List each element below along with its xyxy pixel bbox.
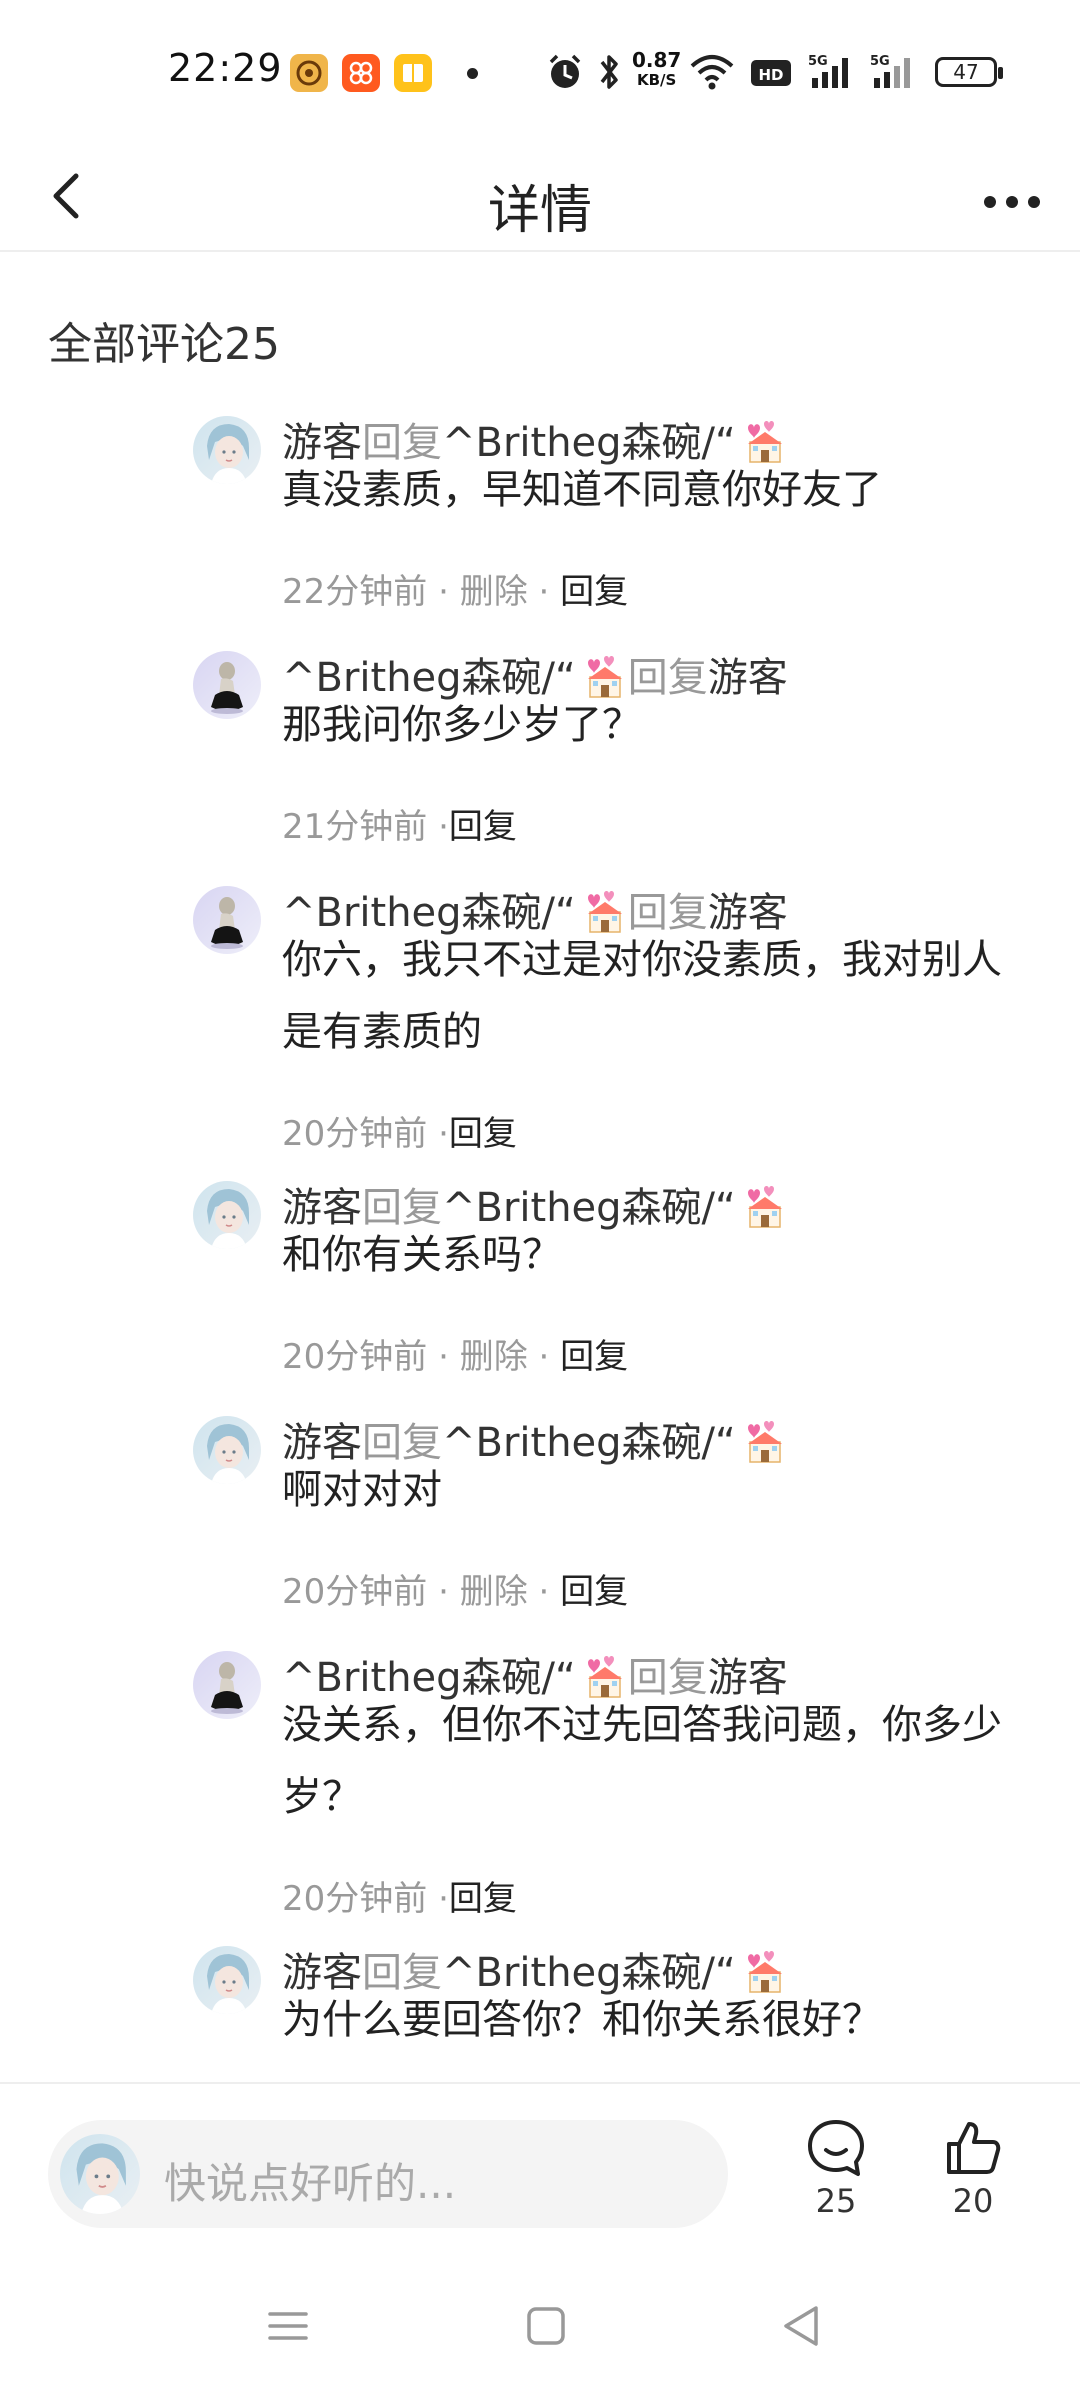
- comment-text: 那我问你多少岁了？: [282, 702, 642, 748]
- comment-meta-separator: ·: [427, 1572, 460, 1612]
- net-speed-value: 0.87: [632, 48, 682, 72]
- comment-meta-separator: ·: [427, 1337, 460, 1377]
- notification-dot: [467, 68, 478, 79]
- hd-icon: HD: [751, 60, 791, 86]
- delete-button[interactable]: 删除: [460, 572, 528, 612]
- status-bar: 22:29 0.87 KB/S HD 5G 5G 47: [0, 0, 1080, 140]
- nav-back-button[interactable]: [772, 2296, 832, 2356]
- avatar[interactable]: [193, 416, 261, 484]
- delete-button[interactable]: 删除: [460, 1337, 528, 1377]
- reply-button[interactable]: 回复: [560, 572, 628, 612]
- system-nav-bar: [0, 2252, 1080, 2400]
- app-icon-3: [394, 54, 432, 92]
- comment-time: 20分钟前: [282, 1114, 428, 1154]
- app-icon-1: [290, 54, 328, 92]
- avatar: [60, 2134, 140, 2214]
- comment-meta-separator: ·: [527, 572, 561, 612]
- comment-meta-separator: ·: [427, 1879, 449, 1919]
- back-triangle-icon: [784, 2306, 818, 2346]
- header-bar: 详情: [0, 140, 1080, 252]
- avatar[interactable]: [193, 886, 261, 954]
- comment-time: 20分钟前: [282, 1879, 428, 1919]
- home-square-icon: [527, 2307, 565, 2345]
- avatar[interactable]: [193, 1651, 261, 1719]
- comment-meta: 20分钟前 ·回复: [282, 1106, 517, 1155]
- comment-meta: 21分钟前 ·回复: [282, 799, 517, 848]
- comment-meta-separator: ·: [427, 1114, 449, 1154]
- svg-text:HD: HD: [758, 66, 783, 84]
- more-dots-icon: [984, 196, 1040, 208]
- nav-menu-button[interactable]: [258, 2296, 318, 2356]
- comment-count: 25: [815, 2182, 857, 2220]
- comment-text: 真没素质，早知道不同意你好友了: [282, 467, 882, 513]
- comment-text: 没关系，但你不过先回答我问题，你多少岁？: [282, 1702, 1002, 1820]
- reply-button[interactable]: 回复: [449, 1114, 517, 1154]
- like-button[interactable]: 20: [923, 2116, 1023, 2220]
- comment-meta: 22分钟前 · 删除 · 回复: [282, 564, 628, 613]
- comment-meta: 20分钟前 · 删除 · 回复: [282, 1564, 628, 1613]
- alarm-icon: [549, 54, 581, 88]
- comment-text: 你六，我只不过是对你没素质，我对别人是有素质的: [282, 937, 1002, 1055]
- avatar[interactable]: [193, 1946, 261, 2014]
- net-speed-unit: KB/S: [637, 71, 677, 89]
- signal-5g-icon: 5G: [870, 54, 910, 88]
- avatar[interactable]: [193, 1181, 261, 1249]
- battery-indicator: 47: [935, 57, 1003, 87]
- thumbs-up-icon: [947, 2122, 1001, 2174]
- comment-text: 啊对对对: [282, 1467, 442, 1513]
- app-icon-2: [342, 54, 380, 92]
- comment-meta: 20分钟前 ·回复: [282, 1871, 517, 1920]
- like-count: 20: [952, 2182, 994, 2220]
- avatar[interactable]: [193, 1416, 261, 1484]
- comment-text: 和你有关系吗？: [282, 1232, 562, 1278]
- nav-home-button[interactable]: [516, 2296, 576, 2356]
- comment-meta-separator: ·: [427, 572, 460, 612]
- svg-text:5G: 5G: [870, 54, 890, 69]
- reply-button[interactable]: 回复: [449, 807, 517, 847]
- avatar[interactable]: [193, 651, 261, 719]
- menu-icon: [268, 2312, 308, 2340]
- comment-count-button[interactable]: 25: [786, 2116, 886, 2220]
- comment-bubble-icon: [808, 2120, 864, 2176]
- reply-button[interactable]: 回复: [560, 1572, 628, 1612]
- page-title: 详情: [487, 181, 592, 241]
- bluetooth-icon: [600, 55, 618, 89]
- comments-section-title: 全部评论25: [48, 319, 280, 370]
- svg-text:5G: 5G: [808, 54, 828, 69]
- comment-input-placeholder: 快说点好听的...: [164, 2159, 457, 2208]
- comment-time: 20分钟前: [282, 1572, 428, 1612]
- comment-meta-separator: ·: [527, 1337, 561, 1377]
- net-speed: 0.87 KB/S: [632, 50, 681, 90]
- comment-meta: 20分钟前 · 删除 · 回复: [282, 1329, 628, 1378]
- status-time: 22:29: [168, 46, 283, 90]
- delete-button[interactable]: 删除: [460, 1572, 528, 1612]
- comment-text: 为什么要回答你？和你关系很好？: [282, 1997, 882, 2043]
- comment-input[interactable]: 快说点好听的...: [48, 2120, 728, 2228]
- bottom-action-bar: 快说点好听的... 25 20: [0, 2082, 1080, 2252]
- comment-time: 22分钟前: [282, 572, 428, 612]
- comment-time: 21分钟前: [282, 807, 428, 847]
- comment-meta-separator: ·: [527, 1572, 561, 1612]
- reply-button[interactable]: 回复: [560, 1337, 628, 1377]
- comment-time: 20分钟前: [282, 1337, 428, 1377]
- more-button[interactable]: [974, 162, 1050, 230]
- signal-5g-icon: 5G: [808, 54, 848, 88]
- wifi-icon: [690, 55, 734, 90]
- comment-meta-separator: ·: [427, 807, 449, 847]
- reply-button[interactable]: 回复: [449, 1879, 517, 1919]
